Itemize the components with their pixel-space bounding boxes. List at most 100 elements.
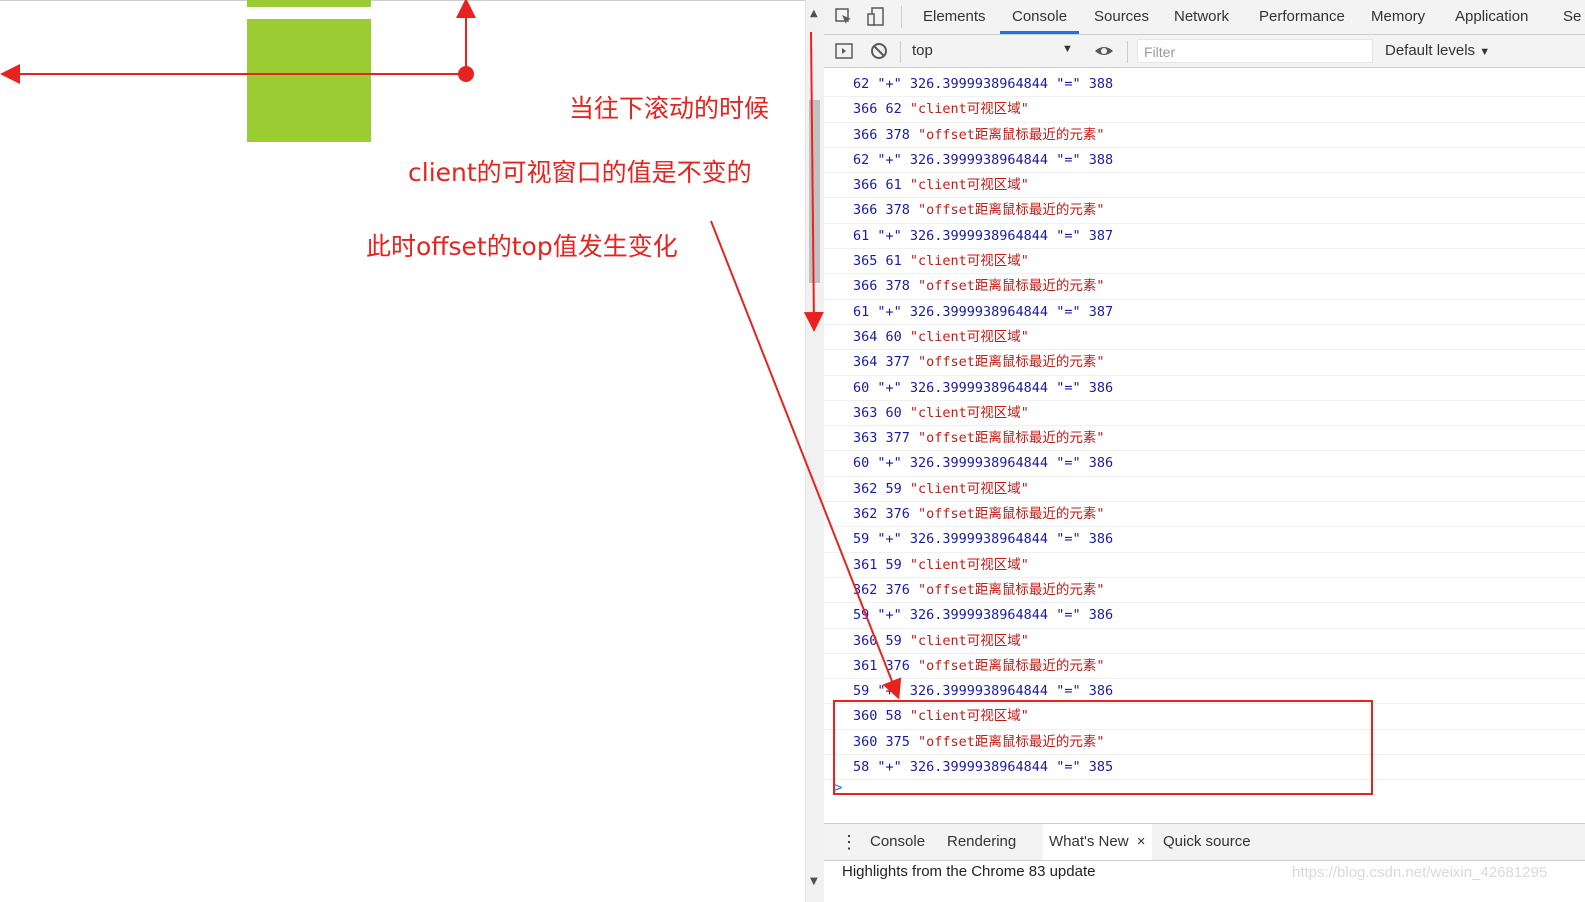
console-row-values: 365 61 — [853, 253, 910, 270]
context-dropdown-arrow-icon[interactable]: ▼ — [1062, 43, 1073, 55]
tab-network[interactable]: Network — [1174, 0, 1229, 34]
tab-console[interactable]: Console — [1000, 0, 1080, 34]
console-row: 59 "+" 326.3999938964844 "=" 386 — [824, 603, 1585, 629]
console-row-string: "client可视区域" — [909, 101, 1029, 118]
console-row: 61 "+" 326.3999938964844 "=" 387 — [824, 300, 1585, 325]
drawer-tab-console[interactable]: Console — [870, 824, 925, 860]
toolbar-divider — [900, 41, 901, 63]
console-row-string: "offset距离鼠标最近的元素" — [918, 202, 1105, 219]
console-row: 59 "+" 326.3999938964844 "=" 386 — [824, 679, 1585, 705]
console-row-string: "offset距离鼠标最近的元素" — [918, 278, 1105, 295]
console-row-string: "client可视区域" — [909, 177, 1029, 194]
drawer-tab-quick-source[interactable]: Quick source — [1163, 824, 1251, 860]
console-row: 364 60 "client可视区域" — [824, 325, 1585, 351]
levels-dropdown-arrow-icon: ▼ — [1479, 46, 1491, 58]
console-row: 360 58 "client可视区域" — [824, 704, 1585, 730]
console-row-values: 59 "+" 326.3999938964844 "=" 386 — [853, 607, 1114, 624]
inspect-element-icon[interactable] — [834, 7, 854, 27]
console-row: 62 "+" 326.3999938964844 "=" 388 — [824, 72, 1585, 98]
console-row-values: 366 62 — [853, 101, 910, 118]
tabbar-divider — [901, 6, 902, 28]
console-row: 366 378 "offset距离鼠标最近的元素" — [824, 198, 1585, 224]
console-row-values: 62 "+" 326.3999938964844 "=" 388 — [853, 151, 1114, 168]
console-row-string: "client可视区域" — [909, 328, 1029, 345]
console-row-string: "client可视区域" — [909, 708, 1029, 725]
console-row: 59 "+" 326.3999938964844 "=" 386 — [824, 527, 1585, 553]
console-row-string: "client可视区域" — [909, 480, 1029, 497]
tab-memory[interactable]: Memory — [1371, 0, 1425, 34]
console-row-string: "offset距离鼠标最近的元素" — [918, 126, 1105, 143]
tab-application[interactable]: Application — [1455, 0, 1528, 34]
console-row-string: "offset距离鼠标最近的元素" — [918, 506, 1105, 523]
console-row-values: 362 59 — [853, 480, 910, 497]
context-selector[interactable]: top — [912, 42, 933, 59]
console-row-values: 363 60 — [853, 404, 910, 421]
devtools-tabbar: Elements Console Sources Network Perform… — [824, 0, 1585, 35]
clear-console-icon[interactable] — [869, 41, 889, 61]
drawer-tabbar: ⋮ Console Rendering What's New × Quick s… — [824, 823, 1585, 861]
console-row-values: 60 "+" 326.3999938964844 "=" 386 — [853, 379, 1114, 396]
console-row: 366 61 "client可视区域" — [824, 173, 1585, 199]
console-row-string: "offset距离鼠标最近的元素" — [918, 657, 1105, 674]
live-expression-eye-icon[interactable] — [1094, 41, 1114, 61]
console-prompt[interactable]: > — [824, 780, 1585, 805]
console-row: 361 376 "offset距离鼠标最近的元素" — [824, 654, 1585, 680]
console-row-values: 361 376 — [853, 657, 919, 674]
console-row: 365 61 "client可视区域" — [824, 249, 1585, 275]
console-row-string: "client可视区域" — [909, 632, 1029, 649]
annotation-client-text: client的可视窗口的值是不变的 — [408, 158, 752, 187]
console-row-string: "client可视区域" — [909, 404, 1029, 421]
console-row-values: 61 "+" 326.3999938964844 "=" 387 — [853, 303, 1114, 320]
console-row: 360 59 "client可视区域" — [824, 629, 1585, 654]
console-output: 62 "+" 326.3999938964844 "=" 388 366 62 "… — [824, 72, 1585, 805]
console-row-values: 360 375 — [853, 733, 919, 750]
console-row-values: 363 377 — [853, 430, 919, 447]
console-row-string: "offset距离鼠标最近的元素" — [918, 430, 1105, 447]
green-box-top — [247, 0, 371, 7]
filter-input[interactable]: Filter — [1137, 39, 1373, 63]
console-row-values: 362 376 — [853, 506, 919, 523]
console-row: 60 "+" 326.3999938964844 "=" 386 — [824, 451, 1585, 477]
console-row: 62 "+" 326.3999938964844 "=" 388 — [824, 148, 1585, 174]
page-top-border — [0, 0, 808, 1]
tab-overflow[interactable]: Se — [1563, 0, 1581, 34]
tab-performance[interactable]: Performance — [1259, 0, 1345, 34]
toolbar-divider-2 — [1127, 41, 1128, 63]
console-row: 362 376 "offset距离鼠标最近的元素" — [824, 502, 1585, 528]
console-row-string: "offset距离鼠标最近的元素" — [918, 354, 1105, 371]
console-row-values: 360 59 — [853, 632, 910, 649]
device-toolbar-icon[interactable] — [867, 7, 887, 27]
drawer-tab-rendering[interactable]: Rendering — [947, 824, 1016, 860]
console-row-string: "offset距离鼠标最近的元素" — [918, 581, 1105, 598]
tab-sources[interactable]: Sources — [1094, 0, 1149, 34]
console-row-string: "client可视区域" — [909, 556, 1029, 573]
console-row-string: "client可视区域" — [909, 253, 1029, 270]
default-levels-dropdown[interactable]: Default levels ▼ — [1385, 42, 1490, 59]
drawer-tab-whats-new-label: What's New — [1049, 833, 1129, 850]
console-row: 364 377 "offset距离鼠标最近的元素" — [824, 350, 1585, 376]
console-row-values: 364 60 — [853, 328, 910, 345]
scroll-up-arrow-icon[interactable]: ▲ — [810, 8, 818, 19]
page-scrollbar[interactable]: ▲ ▼ — [805, 0, 824, 902]
console-row-values: 364 377 — [853, 354, 919, 371]
scroll-down-arrow-icon[interactable]: ▼ — [810, 876, 818, 887]
console-row-values: 59 "+" 326.3999938964844 "=" 386 — [853, 683, 1114, 700]
console-toolbar: top ▼ Filter Default levels ▼ — [824, 35, 1585, 68]
console-row-values: 59 "+" 326.3999938964844 "=" 386 — [853, 531, 1114, 548]
devtools-panel: Elements Console Sources Network Perform… — [824, 0, 1585, 902]
console-row-values: 362 376 — [853, 581, 919, 598]
whats-new-highlights: Highlights from the Chrome 83 update — [842, 863, 1096, 880]
close-icon[interactable]: × — [1137, 833, 1146, 850]
drawer-menu-icon[interactable]: ⋮ — [840, 824, 858, 860]
drawer-tab-whats-new[interactable]: What's New × — [1043, 824, 1152, 860]
console-row-values: 366 378 — [853, 202, 919, 219]
console-row: 363 377 "offset距离鼠标最近的元素" — [824, 426, 1585, 452]
annotation-scroll-text: 当往下滚动的时候 — [569, 94, 770, 123]
tab-elements[interactable]: Elements — [923, 0, 986, 34]
scrollbar-thumb[interactable] — [809, 100, 820, 283]
page-viewport: 当往下滚动的时候 client的可视窗口的值是不变的 此时offset的top值… — [0, 0, 808, 902]
console-row-string: "offset距离鼠标最近的元素" — [918, 733, 1105, 750]
sidebar-toggle-icon[interactable] — [834, 41, 854, 61]
console-row: 362 376 "offset距离鼠标最近的元素" — [824, 578, 1585, 604]
annotation-offset-text: 此时offset的top值发生变化 — [366, 232, 678, 261]
